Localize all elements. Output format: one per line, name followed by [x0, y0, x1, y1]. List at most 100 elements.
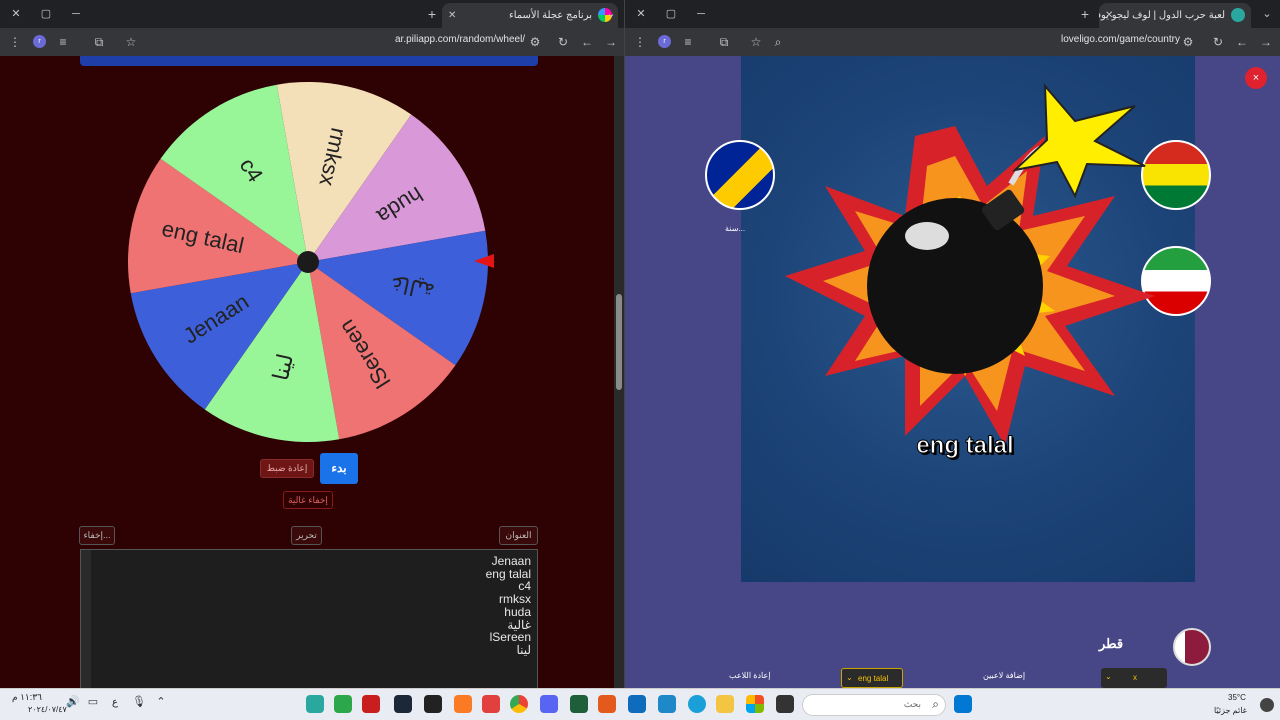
app-icon[interactable]	[306, 695, 324, 713]
edit-button[interactable]: تحرير	[291, 526, 322, 545]
forward-icon[interactable]: →	[1257, 33, 1275, 51]
extensions-icon[interactable]: ⧉	[715, 33, 733, 51]
steam-icon[interactable]	[394, 695, 412, 713]
app-icon[interactable]	[658, 695, 676, 713]
forward-icon[interactable]: →	[602, 33, 620, 51]
weather-icon[interactable]	[1260, 698, 1274, 712]
reload-icon[interactable]: ↻	[554, 33, 572, 51]
tab-title: لعبة حرب الدول | لوف ليجو يوفر	[1099, 10, 1225, 21]
language-indicator[interactable]: ع	[112, 697, 118, 708]
network-icon[interactable]: ▭	[84, 695, 102, 713]
app-icon[interactable]	[598, 695, 616, 713]
app-icon[interactable]	[482, 695, 500, 713]
tab-title: برنامج عجلة الأسماء	[509, 10, 592, 21]
name-wheel[interactable]: rmksxhudaغاليةlSereenليناJenaaneng talal…	[118, 72, 498, 452]
app-icon[interactable]	[570, 695, 588, 713]
name-line: لينا	[516, 642, 531, 657]
qatar-flag-icon	[1173, 628, 1211, 666]
left-toolbar: ⋮ r ≡ ⧉ ☆ ar.piliapp.com/random/wheel/ ⚙…	[0, 28, 624, 56]
app-icon[interactable]	[362, 695, 380, 713]
zoom-icon[interactable]: ⌕	[769, 33, 787, 51]
reset-players-button[interactable]: إعادة اللاعب	[729, 671, 770, 680]
back-icon[interactable]: ←	[578, 33, 596, 51]
player-select-value: eng talal	[858, 674, 889, 683]
player-select[interactable]: ⌄ eng talal	[841, 668, 903, 688]
textarea-scrollbar[interactable]	[81, 550, 91, 688]
minimize-icon[interactable]: ─	[66, 4, 86, 24]
close-window-icon[interactable]: ✕	[631, 4, 651, 24]
app-icon[interactable]	[454, 695, 472, 713]
new-tab-icon[interactable]: +	[1075, 4, 1095, 24]
tab-search-icon[interactable]: ≡	[54, 33, 72, 51]
reset-button[interactable]: إعادة ضبط	[260, 459, 314, 478]
tab-wheel[interactable]: ✕ برنامج عجلة الأسماء	[442, 3, 618, 28]
names-textarea[interactable]: Jenaan eng talal c4 rmksx huda غالية lSereen لي…	[80, 549, 538, 688]
address-bar[interactable]: ar.piliapp.com/random/wheel/	[395, 34, 525, 45]
tab-list-icon[interactable]: ⌄	[601, 4, 621, 24]
scroll-thumb[interactable]	[616, 294, 622, 390]
temperature[interactable]: 35°C	[1228, 693, 1246, 702]
new-tab-icon[interactable]: +	[422, 4, 442, 24]
windows-taskbar: ١١:٣٦ م ٢٠٢٤/٠٧/٤٧ 🔊 ▭ ع 🎙 ⌃ بحث ⌕ 35°C …	[0, 688, 1280, 720]
bookmark-star-icon[interactable]: ☆	[122, 33, 140, 51]
site-settings-icon[interactable]: ⚙	[1179, 33, 1197, 51]
search-icon: ⌕	[932, 697, 939, 711]
file-explorer-icon[interactable]	[716, 695, 734, 713]
app-icon[interactable]	[334, 695, 352, 713]
site-settings-icon[interactable]: ⚙	[526, 33, 544, 51]
profile-avatar[interactable]: r	[658, 35, 671, 48]
close-game-button[interactable]: ×	[1245, 67, 1267, 89]
weather-label[interactable]: غائم جزئيًا	[1214, 706, 1247, 715]
right-toolbar: ⋮ r ≡ ⧉ ☆ ⌕ loveligo.com/game/country ⚙ …	[625, 28, 1280, 56]
tab-list-icon[interactable]: ⌄	[1257, 4, 1277, 24]
reload-icon[interactable]: ↻	[1209, 33, 1227, 51]
start-button[interactable]: بدء	[320, 453, 358, 484]
right-tab-bar: ✕ ▢ ─ + ✕ لعبة حرب الدول | لوف ليجو يوفر…	[625, 0, 1280, 28]
title-button[interactable]: العنوان	[499, 526, 538, 545]
country-name: قطر	[1099, 636, 1124, 651]
tab-country-game[interactable]: ✕ لعبة حرب الدول | لوف ليجو يوفر	[1099, 3, 1251, 28]
app-icon[interactable]	[776, 695, 794, 713]
tab-close-icon[interactable]: ✕	[1105, 3, 1113, 28]
clock-time[interactable]: ١١:٣٦ م	[12, 692, 42, 703]
discord-icon[interactable]	[540, 695, 558, 713]
wheel-hub	[297, 251, 319, 273]
page-scrollbar[interactable]	[614, 56, 624, 688]
chevron-down-icon: ⌄	[1105, 672, 1112, 681]
address-bar[interactable]: loveligo.com/game/country	[1061, 34, 1180, 45]
loveligo-favicon-icon	[1231, 8, 1245, 22]
close-window-icon[interactable]: ✕	[6, 4, 26, 24]
chrome-icon[interactable]	[510, 695, 528, 713]
tab-search-icon[interactable]: ≡	[679, 33, 697, 51]
menu-icon[interactable]: ⋮	[631, 33, 649, 51]
microphone-icon[interactable]: 🎙	[130, 695, 148, 713]
outlook-icon[interactable]	[628, 695, 646, 713]
back-icon[interactable]: ←	[1233, 33, 1251, 51]
windows-start-icon[interactable]	[954, 695, 972, 713]
store-icon[interactable]	[746, 695, 764, 713]
maximize-icon[interactable]: ▢	[661, 4, 681, 24]
wheel-pointer-icon	[474, 254, 494, 268]
chevron-down-icon: ⌄	[846, 673, 853, 682]
x-select-value: x	[1133, 673, 1137, 682]
volume-icon[interactable]: 🔊	[64, 695, 82, 713]
clock-date[interactable]: ٢٠٢٤/٠٧/٤٧	[28, 705, 67, 714]
chevron-up-icon[interactable]: ⌃	[152, 695, 170, 713]
country-game-page: ...سنة eng talal × قطر إعادة اللاعب ⌄ en…	[625, 56, 1280, 688]
app-icon[interactable]	[424, 695, 442, 713]
hide-selected-button[interactable]: إخفاء غالية	[283, 491, 333, 509]
edge-icon[interactable]	[688, 695, 706, 713]
extensions-icon[interactable]: ⧉	[90, 33, 108, 51]
x-select[interactable]: ⌄ x	[1101, 668, 1167, 688]
hide-button[interactable]: إخفاء...	[79, 526, 115, 545]
profile-avatar[interactable]: r	[33, 35, 46, 48]
search-placeholder: بحث	[903, 699, 921, 709]
bookmark-star-icon[interactable]: ☆	[747, 33, 765, 51]
tab-close-icon[interactable]: ✕	[448, 3, 456, 28]
add-players-button[interactable]: إضافة لاعبين	[983, 671, 1025, 680]
taskbar-search[interactable]: بحث ⌕	[802, 694, 946, 716]
minimize-icon[interactable]: ─	[691, 4, 711, 24]
menu-icon[interactable]: ⋮	[6, 33, 24, 51]
left-browser-window: ✕ ▢ ─ + ✕ برنامج عجلة الأسماء ⌄ ⋮ r ≡ ⧉ …	[0, 0, 624, 688]
maximize-icon[interactable]: ▢	[36, 4, 56, 24]
